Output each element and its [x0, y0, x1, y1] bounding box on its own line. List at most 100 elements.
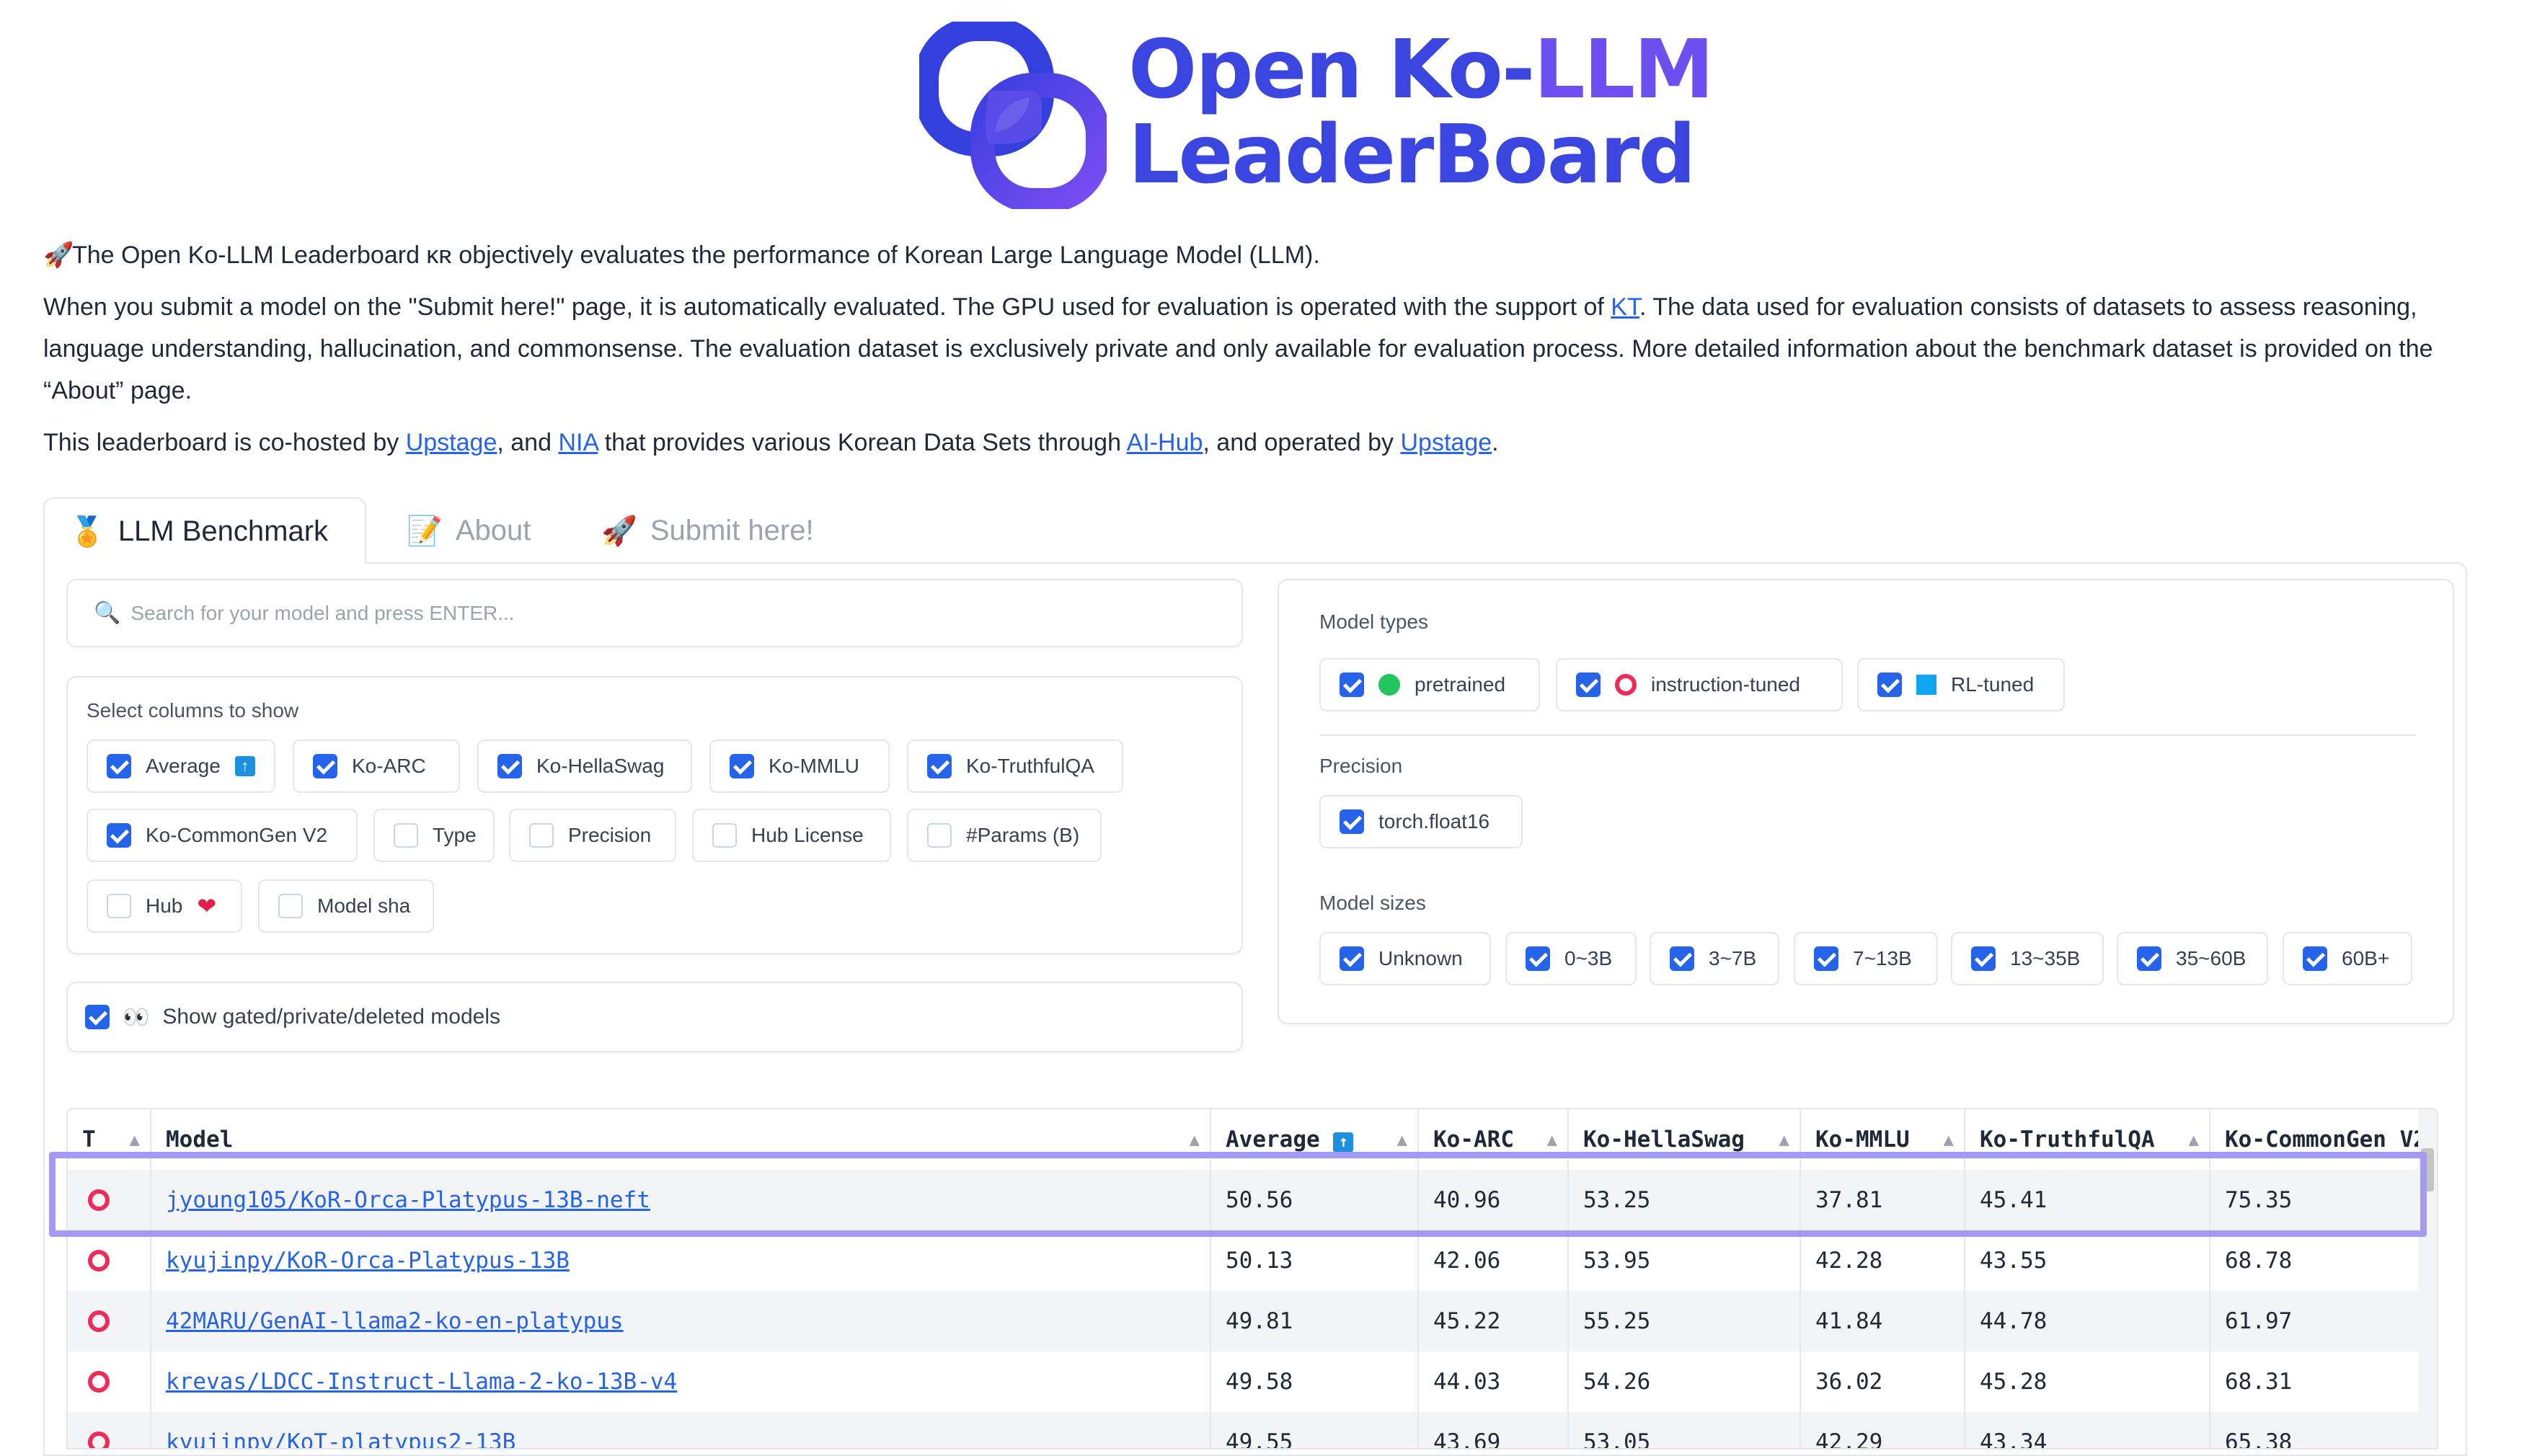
- model-link[interactable]: jyoung105/KoR-Orca-Platypus-13B-neft: [166, 1187, 650, 1213]
- scrollbar-thumb[interactable]: [2421, 1148, 2434, 1191]
- filter-size-60b-plus[interactable]: 60B+: [2283, 932, 2412, 985]
- kt-link[interactable]: KT: [1611, 293, 1639, 321]
- column-toggle-ko-truthfulqa[interactable]: Ko-TruthfulQA: [907, 740, 1123, 793]
- header-ko-mmlu[interactable]: Ko-MMLU ▲: [1801, 1109, 1965, 1170]
- cell-ko-arc: 43.69: [1419, 1412, 1569, 1450]
- header-type[interactable]: T ▲: [68, 1109, 151, 1170]
- header-ko-commongen[interactable]: Ko-CommonGen V2: [2210, 1109, 2427, 1170]
- tab-llm-benchmark[interactable]: 🏅 LLM Benchmark: [43, 497, 366, 564]
- tab-about[interactable]: 📝 About: [382, 497, 562, 564]
- filter-size-13-35b[interactable]: 13~35B: [1951, 932, 2104, 985]
- cell-model[interactable]: 42MARU/GenAI-llama2-ko-en-platypus: [151, 1291, 1211, 1351]
- cell-ko-mmlu: 36.02: [1801, 1351, 1965, 1412]
- instruction-tuned-icon: [88, 1250, 110, 1271]
- leaderboard-logo: Open Ko-LLM LeaderBoard: [919, 22, 1714, 209]
- sort-arrow-icon: ▲: [1396, 1129, 1407, 1150]
- cell-model[interactable]: kyujinpy/KoR-Orca-Platypus-13B: [151, 1230, 1211, 1291]
- cell-ko-commongen: 68.31: [2210, 1351, 2427, 1412]
- column-toggle-ko-arc[interactable]: Ko-ARC: [293, 740, 460, 793]
- filter-torch-float16[interactable]: torch.float16: [1319, 795, 1523, 848]
- cell-ko-truthfulqa: 45.41: [1965, 1170, 2210, 1230]
- model-link[interactable]: kyujinpy/KoT-platypus2-13B: [166, 1429, 515, 1448]
- filter-instruction-tuned[interactable]: instruction-tuned: [1556, 658, 1843, 711]
- header-average[interactable]: Average ↑ ▲: [1211, 1109, 1419, 1170]
- cell-ko-commongen: 75.35: [2210, 1170, 2427, 1230]
- filter-size-35-60b[interactable]: 35~60B: [2117, 932, 2268, 985]
- checkbox-unchecked-icon: [394, 823, 418, 848]
- cell-ko-commongen: 65.38: [2210, 1412, 2427, 1448]
- upstage-operator-link[interactable]: Upstage: [1401, 429, 1492, 456]
- filter-size-3-7b[interactable]: 3~7B: [1650, 932, 1779, 985]
- upstage-link[interactable]: Upstage: [406, 429, 497, 456]
- cell-model[interactable]: kyujinpy/KoT-platypus2-13B: [151, 1412, 1211, 1448]
- score-value: 40.96: [1433, 1187, 1501, 1213]
- table-row[interactable]: jyoung105/KoR-Orca-Platypus-13B-neft 50.5…: [68, 1170, 2437, 1230]
- score-value: 61.97: [2225, 1308, 2293, 1334]
- score-value: 43.69: [1433, 1429, 1501, 1450]
- checkbox-checked-icon: [1340, 672, 1364, 697]
- column-toggle-ko-commongen[interactable]: Ko-CommonGen V2: [87, 809, 358, 862]
- score-value: 49.58: [1226, 1369, 1293, 1395]
- model-link[interactable]: krevas/LDCC-Instruct-Llama-2-ko-13B-v4: [166, 1369, 677, 1395]
- instruction-tuned-icon: [88, 1431, 110, 1448]
- instruction-tuned-icon: [88, 1189, 110, 1211]
- search-icon: 🔍: [94, 601, 121, 625]
- table-row[interactable]: 42MARU/GenAI-llama2-ko-en-platypus 49.81 4…: [68, 1291, 2437, 1351]
- column-toggle-hub[interactable]: Hub ❤: [87, 879, 242, 933]
- checkbox-checked-icon: [1670, 946, 1694, 971]
- column-toggle-ko-hellaswag[interactable]: Ko-HellaSwag: [477, 740, 692, 793]
- model-link[interactable]: kyujinpy/KoR-Orca-Platypus-13B: [166, 1248, 570, 1274]
- filter-size-0-3b[interactable]: 0~3B: [1505, 932, 1637, 985]
- checkbox-checked-icon: [107, 823, 131, 848]
- table-row[interactable]: kyujinpy/KoT-platypus2-13B 49.55 43.69 53.0…: [68, 1412, 2437, 1450]
- score-value: 36.02: [1815, 1369, 1883, 1395]
- column-toggle-model-sha[interactable]: Model sha: [258, 879, 434, 933]
- column-toggle-ko-mmlu[interactable]: Ko-MMLU: [709, 740, 890, 793]
- medal-icon: 🏅: [69, 515, 105, 548]
- filter-pretrained[interactable]: pretrained: [1319, 658, 1540, 711]
- cell-model[interactable]: krevas/LDCC-Instruct-Llama-2-ko-13B-v4: [151, 1351, 1211, 1412]
- filter-size-unknown[interactable]: Unknown: [1319, 932, 1491, 985]
- table-row[interactable]: krevas/LDCC-Instruct-Llama-2-ko-13B-v4 49…: [68, 1351, 2437, 1412]
- header-ko-hellaswag[interactable]: Ko-HellaSwag ▲: [1569, 1109, 1801, 1170]
- cell-type: [68, 1412, 151, 1448]
- filter-rl-tuned[interactable]: RL-tuned: [1857, 658, 2065, 711]
- filter-size-7-13b[interactable]: 7~13B: [1794, 932, 1938, 985]
- show-gated-toggle[interactable]: 👀 Show gated/private/deleted models: [66, 982, 1243, 1052]
- sort-arrow-icon: ▲: [1779, 1129, 1789, 1150]
- header-model[interactable]: Model ▲: [151, 1109, 1211, 1170]
- search-input[interactable]: 🔍 Search for your model and press ENTER.…: [66, 579, 1243, 647]
- header-ko-arc[interactable]: Ko-ARC ▲: [1419, 1109, 1569, 1170]
- checkbox-unchecked-icon: [278, 894, 303, 918]
- column-toggle-precision[interactable]: Precision: [509, 809, 676, 862]
- model-link[interactable]: 42MARU/GenAI-llama2-ko-en-platypus: [166, 1308, 624, 1334]
- cell-ko-mmlu: 42.28: [1801, 1230, 1965, 1291]
- ai-hub-link[interactable]: AI-Hub: [1127, 429, 1203, 456]
- cell-average: 50.56: [1211, 1170, 1419, 1230]
- column-toggle-hub-license[interactable]: Hub License: [692, 809, 891, 862]
- precision-label: Precision: [1319, 755, 1403, 777]
- sort-arrow-icon: ▲: [1943, 1129, 1954, 1150]
- nia-link[interactable]: NIA: [558, 429, 598, 456]
- leaderboard-table: T ▲ Model ▲ Average ↑ ▲ Ko-ARC ▲ Ko-HellaSwa…: [66, 1108, 2438, 1450]
- cell-model[interactable]: jyoung105/KoR-Orca-Platypus-13B-neft: [151, 1170, 1211, 1230]
- column-toggle-average[interactable]: Average ↑: [87, 740, 275, 793]
- table-scrollbar[interactable]: [2418, 1109, 2437, 1448]
- header-ko-truthfulqa[interactable]: Ko-TruthfulQA ▲: [1965, 1109, 2210, 1170]
- column-toggle-type[interactable]: Type: [373, 809, 495, 862]
- score-value: 75.35: [2225, 1187, 2293, 1213]
- logo-title: Open Ko-LLM LeaderBoard: [1128, 23, 1714, 202]
- checkbox-checked-icon: [2303, 946, 2327, 971]
- checkbox-checked-icon: [730, 754, 754, 778]
- columns-label: Select columns to show: [87, 699, 299, 722]
- score-value: 43.34: [1980, 1429, 2048, 1450]
- arrow-up-icon: ↑: [1333, 1132, 1354, 1153]
- table-header: T ▲ Model ▲ Average ↑ ▲ Ko-ARC ▲ Ko-HellaSwa…: [68, 1109, 2437, 1171]
- arrow-up-icon: ↑: [234, 756, 255, 776]
- rocket-icon: 🚀: [43, 241, 74, 269]
- cell-ko-arc: 45.22: [1419, 1291, 1569, 1351]
- tab-submit-here[interactable]: 🚀 Submit here!: [577, 497, 851, 564]
- table-row[interactable]: kyujinpy/KoR-Orca-Platypus-13B 50.13 42.06…: [68, 1230, 2437, 1291]
- instruction-tuned-icon: [88, 1371, 110, 1393]
- column-toggle-params[interactable]: #Params (B): [907, 809, 1102, 862]
